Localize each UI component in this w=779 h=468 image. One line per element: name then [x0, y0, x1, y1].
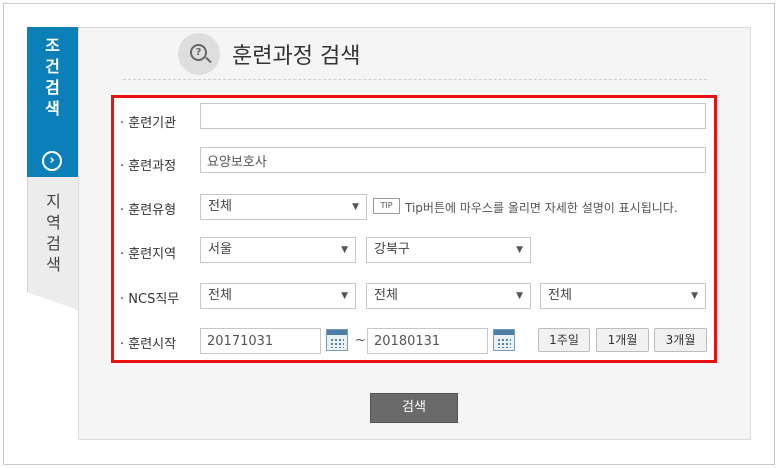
dropdown-arrow-icon: ▼: [341, 291, 348, 301]
dropdown-arrow-icon: ▼: [352, 202, 359, 212]
course-input[interactable]: [200, 147, 706, 173]
dropdown-arrow-icon: ▼: [341, 245, 348, 255]
tab-char: 색: [46, 255, 61, 274]
region-district-select[interactable]: 강북구 ▼: [366, 237, 531, 263]
course-label: · 훈련과정: [120, 159, 177, 174]
tip-button[interactable]: TIP: [373, 198, 400, 214]
region-district-value: 강북구: [374, 242, 410, 257]
region-label: · 훈련지역: [120, 247, 177, 262]
region-city-select[interactable]: 서울 ▼: [200, 237, 356, 263]
header-divider: [123, 79, 707, 80]
ncs-label: · NCS직무: [120, 292, 180, 307]
ncs-level3-value: 전체: [548, 288, 572, 303]
dropdown-arrow-icon: ▼: [691, 291, 698, 301]
start-from-input[interactable]: [200, 328, 321, 354]
tab-char: 조: [45, 36, 60, 55]
institution-label: · 훈련기관: [120, 116, 177, 131]
ncs-level3-select[interactable]: 전체 ▼: [540, 283, 706, 309]
ncs-level1-select[interactable]: 전체 ▼: [200, 283, 356, 309]
dropdown-arrow-icon: ▼: [516, 291, 523, 301]
search-form-highlight: [111, 95, 717, 363]
tab-region-search-label: 지 역 검 색: [28, 191, 78, 275]
tab-char: 건: [45, 57, 60, 76]
tab-condition-search[interactable]: 조 건 검 색 ›: [27, 27, 78, 177]
ncs-level2-value: 전체: [374, 288, 398, 303]
chevron-right-icon: ›: [42, 151, 62, 171]
tab-region-search[interactable]: 지 역 검 색: [27, 160, 78, 310]
tip-description: Tip버튼에 마우스를 올리면 자세한 설명이 표시됩니다.: [405, 201, 678, 215]
tab-char: 역: [46, 213, 61, 232]
date-separator: ~: [355, 333, 366, 348]
calendar-icon[interactable]: [326, 329, 348, 351]
region-city-value: 서울: [208, 242, 232, 257]
calendar-icon[interactable]: [493, 329, 515, 351]
page-title: 훈련과정 검색: [232, 44, 361, 69]
dropdown-arrow-icon: ▼: [516, 245, 523, 255]
type-label: · 훈련유형: [120, 203, 177, 218]
ncs-level2-select[interactable]: 전체 ▼: [366, 283, 531, 309]
tab-char: 검: [45, 78, 60, 97]
three-month-button[interactable]: 3개월: [654, 328, 707, 352]
type-select-value: 전체: [208, 199, 232, 214]
one-week-button[interactable]: 1주일: [538, 328, 590, 352]
question-search-icon: ?: [178, 33, 220, 75]
one-month-button[interactable]: 1개월: [596, 328, 649, 352]
type-select[interactable]: 전체 ▼: [200, 194, 367, 220]
start-to-input[interactable]: [367, 328, 488, 354]
tab-char: 검: [46, 234, 61, 253]
tab-char: 색: [45, 99, 60, 118]
ncs-level1-value: 전체: [208, 288, 232, 303]
start-label: · 훈련시작: [120, 337, 177, 352]
institution-input[interactable]: [200, 103, 706, 129]
search-button[interactable]: 검색: [370, 393, 458, 423]
tab-char: 지: [46, 192, 61, 211]
tab-condition-search-label: 조 건 검 색: [27, 35, 78, 119]
